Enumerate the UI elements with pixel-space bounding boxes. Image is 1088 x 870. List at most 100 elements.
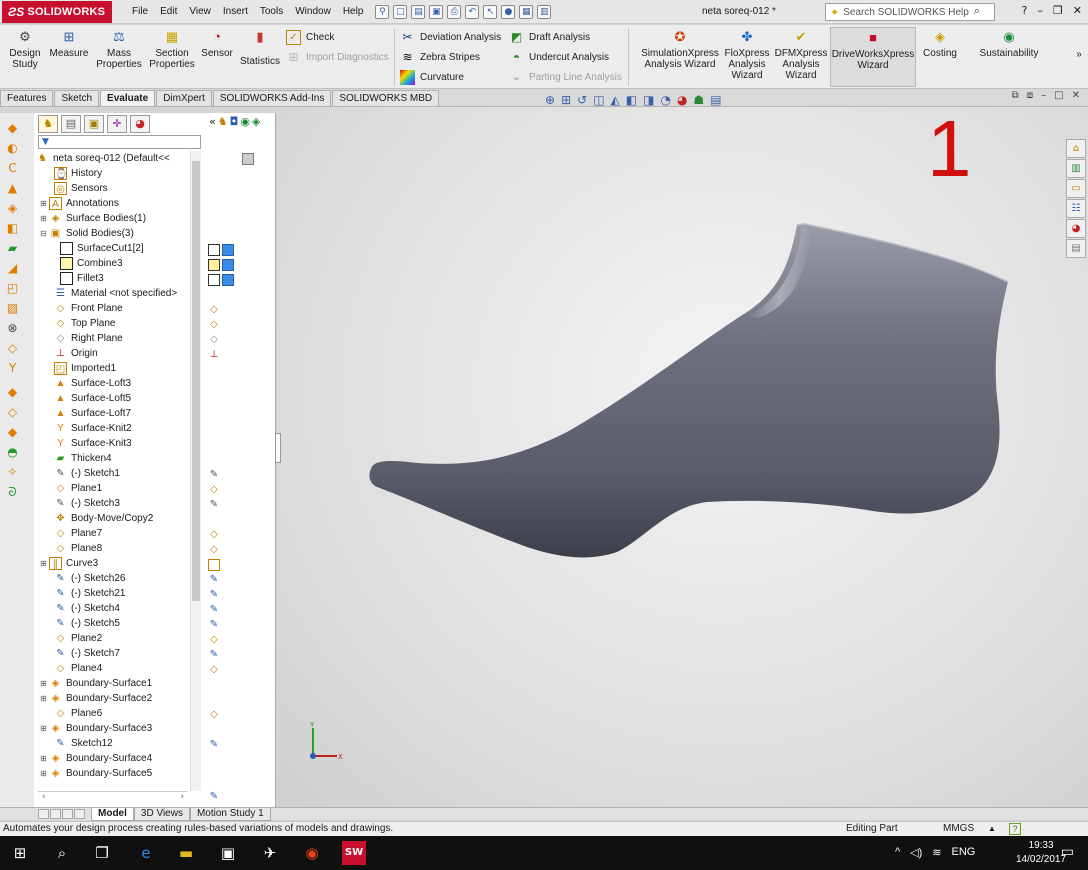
sketch-visibility-icon[interactable]: ✎	[208, 469, 220, 481]
plane-visibility-icon[interactable]: ◇	[208, 544, 220, 556]
transparency-icon[interactable]: ◈	[252, 115, 260, 128]
sketch-visibility-icon[interactable]: ✎	[208, 574, 220, 586]
appearance-icon[interactable]: ◉	[240, 115, 250, 128]
extrude-icon[interactable]: ◆	[5, 121, 20, 136]
costing-button[interactable]: ◈ Costing	[920, 29, 960, 59]
menu-file[interactable]: File	[126, 0, 154, 24]
body-appearance-icon[interactable]	[222, 259, 234, 271]
loft-icon[interactable]: ▲	[5, 181, 20, 196]
next-tab-icon[interactable]	[62, 809, 73, 819]
new-document-icon[interactable]: □	[393, 4, 408, 19]
tree-item[interactable]: ◇ Front Plane	[44, 301, 123, 316]
dimxpertmanager-tab-icon[interactable]: ✛	[107, 115, 127, 133]
tab-motion-study[interactable]: Motion Study 1	[189, 807, 271, 821]
windows-start-icon[interactable]: ⊞	[8, 841, 32, 865]
ruled-surface-icon[interactable]: ◆	[5, 425, 20, 440]
tab-sketch[interactable]: Sketch	[54, 90, 100, 106]
origin-visibility-icon[interactable]: ⊥	[208, 349, 220, 361]
search-icon[interactable]: ⌕	[50, 841, 74, 865]
curve-visibility-icon[interactable]	[208, 559, 220, 571]
offset-surface-icon[interactable]: ◇	[5, 405, 20, 420]
input-language[interactable]: ENG	[952, 846, 976, 859]
scroll-right-icon[interactable]: ›	[180, 792, 184, 803]
appearances-icon[interactable]: ◕	[1066, 219, 1086, 238]
configurationmanager-tab-icon[interactable]: ▣	[84, 115, 104, 133]
tree-item[interactable]: ☰ Material <not specified>	[44, 286, 177, 301]
design-library-icon[interactable]: ▥	[1066, 159, 1086, 178]
tree-item[interactable]: ⊞ ◈ Boundary-Surface3	[39, 721, 152, 736]
search-icon[interactable]: ⌕	[974, 5, 980, 18]
tree-root[interactable]: ♞ neta soreq-012 (Default<<	[36, 151, 170, 166]
simulationxpress-button[interactable]: ✪ SimulationXpress Analysis Wizard	[640, 29, 720, 70]
wrap-icon[interactable]: ◇	[5, 341, 20, 356]
close-icon[interactable]: ✕	[1073, 4, 1082, 17]
tree-item[interactable]: ✎ (-) Sketch21	[44, 586, 125, 601]
clock[interactable]: 19:33 14/02/2017	[1016, 839, 1066, 867]
edit-appearance-icon[interactable]: ◕	[677, 93, 687, 107]
body-visibility-icon[interactable]	[208, 244, 220, 256]
help-question-icon[interactable]: ?	[1022, 4, 1028, 17]
store-icon[interactable]: ▣	[216, 841, 240, 865]
tab-evaluate[interactable]: Evaluate	[100, 90, 156, 106]
tree-filter-field[interactable]: ▼	[38, 135, 201, 149]
solidworks-taskbar-icon[interactable]: SW	[342, 841, 366, 865]
scroll-thumb[interactable]	[192, 161, 200, 601]
options-icon[interactable]: ▥	[537, 4, 552, 19]
rib-icon[interactable]: ▨	[5, 301, 20, 316]
tree-item[interactable]: ⊥ Origin	[44, 346, 98, 361]
tree-item[interactable]: SurfaceCut1[2]	[60, 241, 144, 256]
deviation-analysis-button[interactable]: ✂ Deviation Analysis	[400, 30, 501, 45]
file-explorer-icon[interactable]: ▬	[174, 841, 198, 865]
propertymanager-tab-icon[interactable]: ▤	[61, 115, 81, 133]
viewport-maximize-icon[interactable]: □	[1054, 90, 1063, 101]
chamfer-icon[interactable]: ◢	[5, 261, 20, 276]
tree-item[interactable]: ◇ Plane7	[44, 526, 103, 541]
undercut-analysis-button[interactable]: ◓ Undercut Analysis	[509, 50, 609, 65]
intersect-icon[interactable]: ⊗	[5, 321, 20, 336]
tab-solidworks-mbd[interactable]: SOLIDWORKS MBD	[332, 90, 440, 106]
tree-item[interactable]: ✥ Body-Move/Copy2	[44, 511, 153, 526]
tree-item[interactable]: Y Surface-Knit2	[44, 421, 131, 436]
view-palette-icon[interactable]: ☷	[1066, 199, 1086, 218]
rebuild-icon[interactable]: ●	[501, 4, 516, 19]
tree-item[interactable]: ⊞ A Annotations	[39, 196, 119, 211]
statistics-button[interactable]: ▮ Statistics	[238, 29, 282, 67]
thicken-icon[interactable]: ▰	[5, 241, 20, 256]
tree-item[interactable]: ⌚ History	[44, 166, 102, 181]
sketch-visibility-icon[interactable]: ✎	[208, 791, 220, 803]
plane-visibility-icon[interactable]: ◇	[208, 664, 220, 676]
help-search-field[interactable]: ✦ Search SOLIDWORKS Help ⌕	[825, 3, 995, 21]
tree-item[interactable]: ✎ (-) Sketch5	[44, 616, 120, 631]
display-state-icon[interactable]	[242, 153, 254, 165]
pin-icon[interactable]: ⚲	[375, 4, 390, 19]
design-study-button[interactable]: ⚙ Design Study	[6, 29, 44, 70]
tree-item[interactable]: ◇ Top Plane	[44, 316, 116, 331]
viewport-restore-icon[interactable]: ⧉	[1012, 90, 1019, 101]
sketch-visibility-icon[interactable]: ✎	[208, 739, 220, 751]
prev-tab-icon[interactable]	[50, 809, 61, 819]
tree-item[interactable]: ⊞ ◈ Boundary-Surface4	[39, 751, 152, 766]
tree-item[interactable]: ⊞ ◈ Boundary-Surface5	[39, 766, 152, 781]
viewport-close-icon[interactable]: ✕	[1072, 90, 1080, 101]
tree-item[interactable]: ✎ (-) Sketch7	[44, 646, 120, 661]
menu-help[interactable]: Help	[337, 0, 370, 24]
tree-item[interactable]: ⊞ ◈ Surface Bodies(1)	[39, 211, 146, 226]
tree-horizontal-scrollbar[interactable]: ‹ ›	[38, 791, 188, 803]
tree-scrollbar[interactable]	[190, 151, 201, 791]
tree-item[interactable]: ✎ (-) Sketch1	[44, 466, 120, 481]
hide-show-items-icon[interactable]: ◔	[660, 93, 670, 107]
tab-features[interactable]: Features	[0, 90, 54, 106]
tree-item[interactable]: ▲ Surface-Loft7	[44, 406, 132, 421]
dynamic-annotation-icon[interactable]: ◭	[611, 93, 620, 107]
menu-tools[interactable]: Tools	[254, 0, 289, 24]
tab-dimxpert[interactable]: DimXpert	[156, 90, 212, 106]
section-view-icon[interactable]: ◫	[593, 93, 604, 107]
curve-icon[interactable]: ᘐ	[5, 485, 20, 500]
previous-view-icon[interactable]: ↺	[577, 93, 587, 107]
boundary-icon[interactable]: ◈	[5, 201, 20, 216]
check-button[interactable]: ✓ Check	[286, 30, 334, 45]
tree-item[interactable]: ◇ Plane1	[44, 481, 103, 496]
displaymanager-tab-icon[interactable]: ◕	[130, 115, 150, 133]
tree-item[interactable]: Fillet3	[60, 271, 104, 286]
action-center-icon[interactable]: ▭	[1061, 844, 1074, 860]
